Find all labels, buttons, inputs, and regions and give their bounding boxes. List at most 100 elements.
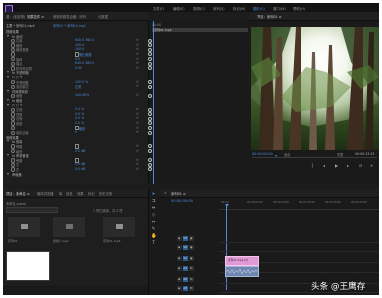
mask-tools[interactable]: ○ □ ✎ bbox=[12, 103, 23, 107]
reset-property-icon[interactable]: ↺ bbox=[136, 84, 139, 88]
effect-property-value[interactable]: 0.0 bbox=[75, 57, 80, 61]
tab-metadata[interactable]: 元数据 bbox=[98, 14, 108, 19]
stopwatch-icon[interactable] bbox=[11, 43, 16, 48]
reset-property-icon[interactable]: ↺ bbox=[136, 38, 139, 42]
step-forward-icon[interactable]: ▸ bbox=[347, 163, 349, 168]
stopwatch-icon[interactable] bbox=[11, 57, 16, 62]
reset-property-icon[interactable]: ↺ bbox=[136, 130, 139, 134]
reset-property-icon[interactable]: ↺ bbox=[136, 47, 139, 51]
tab-markers[interactable]: 标记 bbox=[88, 191, 95, 196]
hand-tool-icon[interactable]: ✋ bbox=[151, 234, 157, 239]
timeline-playhead-marker[interactable] bbox=[224, 204, 229, 207]
pen-tool-icon[interactable]: ✎ bbox=[151, 227, 156, 232]
reset-property-icon[interactable]: ↺ bbox=[136, 52, 139, 56]
reset-property-icon[interactable]: ↺ bbox=[136, 66, 139, 70]
reset-property-icon[interactable]: ↺ bbox=[136, 167, 139, 171]
menu-file[interactable]: 文件(F) bbox=[153, 6, 164, 11]
keyframe-toggle-icon[interactable] bbox=[148, 66, 153, 71]
keyframe-toggle-icon[interactable] bbox=[148, 84, 153, 89]
track-select-tool-icon[interactable]: ⇉ bbox=[151, 199, 156, 204]
effect-property-value[interactable]: 0.0 % bbox=[75, 112, 84, 116]
disclosure-triangle-icon[interactable] bbox=[7, 76, 9, 78]
disclosure-triangle-icon[interactable] bbox=[7, 99, 9, 101]
track-lock-icon[interactable]: ▪ bbox=[177, 256, 182, 261]
stopwatch-icon[interactable] bbox=[11, 126, 16, 131]
track-target-button[interactable]: A3 bbox=[183, 286, 188, 291]
keyframe-toggle-icon[interactable] bbox=[148, 107, 153, 112]
track-mute-button[interactable]: M bbox=[189, 266, 194, 271]
tab-timeline-close[interactable]: × bbox=[164, 191, 167, 195]
track-lock-icon[interactable]: ▪ bbox=[177, 286, 182, 291]
track-target-button[interactable]: V2 bbox=[183, 245, 188, 250]
track-lock-icon[interactable]: ▪ bbox=[177, 245, 182, 250]
track-visibility-icon[interactable]: ◉ bbox=[189, 245, 194, 250]
effect-property-value[interactable]: 100.0 bbox=[75, 47, 84, 51]
keyframe-toggle-icon[interactable] bbox=[148, 158, 153, 163]
keyframe-toggle-icon[interactable] bbox=[148, 121, 153, 126]
reset-property-icon[interactable]: ↺ bbox=[136, 116, 139, 120]
tab-program[interactable]: 节目：序列01 ≡ bbox=[257, 14, 282, 19]
tab-effect-controls[interactable]: 效果控件 ≡ bbox=[27, 14, 44, 19]
bin-item-white-thumbnail[interactable] bbox=[6, 251, 50, 281]
sequence-clip-label[interactable]: 序列01 * 序列01.mp4 bbox=[53, 23, 86, 28]
stopwatch-icon[interactable] bbox=[11, 112, 16, 117]
razor-tool-icon[interactable]: ◇ bbox=[151, 213, 156, 218]
reset-property-icon[interactable]: ↺ bbox=[136, 149, 139, 153]
reset-property-icon[interactable]: ↺ bbox=[136, 121, 139, 125]
source-clip-label[interactable]: 主要 * 序列01.mp4 bbox=[6, 23, 35, 28]
keyframe-toggle-icon[interactable] bbox=[148, 93, 153, 98]
reset-property-icon[interactable]: ↺ bbox=[136, 43, 139, 47]
disclosure-triangle-icon[interactable] bbox=[7, 71, 9, 74]
reset-property-icon[interactable]: ↺ bbox=[136, 112, 139, 116]
keyframe-toggle-icon[interactable] bbox=[148, 61, 153, 66]
video-clip[interactable]: 序列01.mp4 [V] bbox=[225, 256, 259, 266]
menu-edit[interactable]: 编辑(E) bbox=[173, 6, 185, 11]
effect-property-value[interactable]: 100.0 bbox=[75, 43, 84, 47]
reset-property-icon[interactable]: ↺ bbox=[136, 61, 139, 65]
keyframe-playhead[interactable] bbox=[153, 21, 154, 184]
keyframe-toggle-icon[interactable] bbox=[148, 148, 153, 154]
keyframe-toggle-icon[interactable] bbox=[148, 112, 153, 117]
add-button-icon[interactable]: + bbox=[370, 163, 373, 168]
timeline-playhead[interactable] bbox=[226, 204, 227, 290]
tab-source[interactable]: 源：(无剪辑) bbox=[6, 14, 25, 19]
reset-property-icon[interactable]: ↺ bbox=[136, 93, 139, 97]
tab-timeline-sequence[interactable]: 序列01 ≡ bbox=[171, 191, 186, 196]
disclosure-triangle-icon[interactable] bbox=[7, 103, 9, 106]
play-icon[interactable]: ▶ bbox=[335, 163, 338, 168]
menu-sequence[interactable]: 序列(S) bbox=[213, 6, 225, 11]
track-target-button[interactable]: A1 bbox=[183, 266, 188, 271]
effect-property-value[interactable]: 0.0 dB bbox=[75, 167, 85, 171]
tab-libraries[interactable]: 库 bbox=[59, 191, 62, 196]
keyframe-toggle-icon[interactable] bbox=[148, 162, 153, 167]
audio-clip[interactable] bbox=[225, 266, 259, 277]
program-video-frame[interactable] bbox=[251, 27, 379, 150]
tab-media-browser[interactable]: 媒体浏览器 bbox=[37, 191, 53, 196]
keyframe-toggle-icon[interactable] bbox=[148, 130, 153, 135]
effect-property-value[interactable]: 缩放 bbox=[79, 126, 85, 131]
effect-property-value[interactable]: 0.00 bbox=[75, 66, 82, 70]
timeline-ruler[interactable]: 00:00 00:00:05:00 00:00:10:00 00:00:15:0… bbox=[219, 201, 379, 210]
effect-property-value[interactable]: 100.0 % bbox=[75, 80, 88, 84]
disclosure-triangle-icon[interactable] bbox=[7, 154, 9, 157]
reset-property-icon[interactable]: ↺ bbox=[136, 144, 139, 148]
menu-graphics[interactable]: 图形(G) bbox=[253, 6, 265, 11]
track-target-button[interactable]: A2 bbox=[183, 277, 188, 282]
keyframe-toggle-icon[interactable] bbox=[148, 167, 153, 172]
effect-property-value[interactable]: 640.0 360.0 bbox=[75, 38, 94, 42]
selection-tool-icon[interactable]: ➤ bbox=[151, 192, 156, 197]
keyframe-toggle-icon[interactable] bbox=[148, 116, 153, 121]
effect-property-value[interactable]: 100.00% bbox=[75, 93, 89, 97]
reset-property-icon[interactable]: ↺ bbox=[136, 158, 139, 162]
track-visibility-icon[interactable]: ◉ bbox=[189, 256, 194, 261]
track-lock-icon[interactable]: ▪ bbox=[177, 277, 182, 282]
track-lock-icon[interactable]: ▪ bbox=[177, 266, 182, 271]
effect-property-value[interactable]: 0.0 % bbox=[75, 121, 84, 125]
effect-property-value[interactable]: 正常 bbox=[75, 84, 81, 89]
stopwatch-icon[interactable] bbox=[11, 158, 16, 163]
program-timecode[interactable]: 00:00:00:00 bbox=[252, 152, 273, 156]
effect-property-value[interactable]: 0.0 dB bbox=[75, 162, 85, 166]
track-mute-button[interactable]: M bbox=[189, 277, 194, 282]
effect-property-value[interactable]: 640.0 360.0 bbox=[75, 61, 94, 65]
effect-property-value[interactable]: 0.0 % bbox=[75, 116, 84, 120]
